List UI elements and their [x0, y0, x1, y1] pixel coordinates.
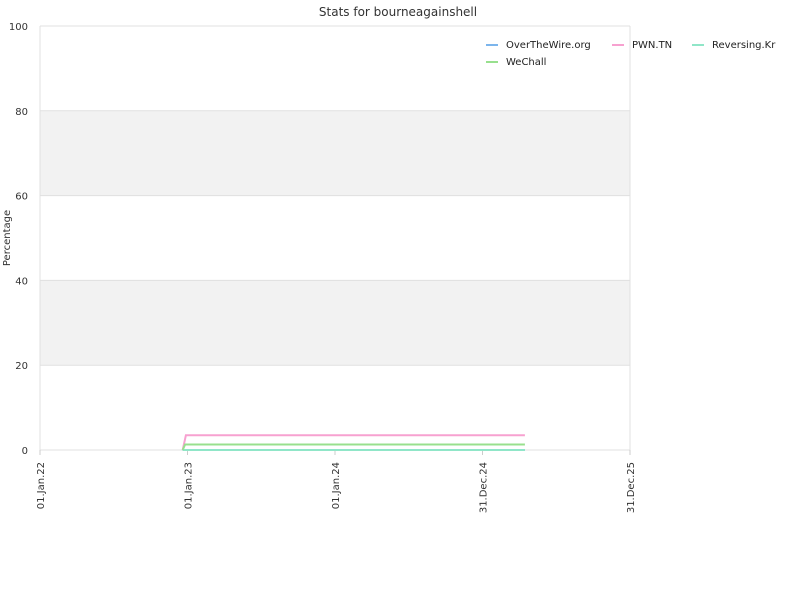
chart-title: Stats for bourneagainshell — [319, 5, 477, 19]
plot-band — [40, 365, 630, 450]
chart: Stats for bourneagainshell Percentage 0 2… — [0, 0, 800, 600]
legend-label: OverTheWire.org — [506, 40, 591, 51]
y-axis-label: Percentage — [2, 210, 13, 266]
x-axis: 01.Jan.22 01.Jan.23 01.Jan.24 31.Dec.24 31.D… — [36, 450, 637, 513]
legend-label: PWN.TN — [632, 40, 672, 51]
x-tick-label: 01.Jan.24 — [331, 462, 342, 509]
plot-band — [40, 110, 630, 196]
legend-label: WeChall — [506, 57, 546, 68]
x-tick-label: 31.Dec.25 — [626, 462, 637, 513]
y-tick-label: 100 — [9, 22, 28, 33]
plot-band — [40, 26, 630, 111]
chart-svg: Stats for bourneagainshell Percentage 0 2… — [2, 5, 776, 513]
y-tick-label: 20 — [15, 361, 28, 372]
y-tick-label: 40 — [15, 276, 28, 287]
plot-background — [40, 26, 630, 450]
plot-band — [40, 195, 630, 281]
x-tick-label: 01.Jan.22 — [36, 462, 47, 509]
y-tick-label: 60 — [15, 192, 28, 203]
plot-band — [40, 280, 630, 366]
x-tick-label: 31.Dec.24 — [479, 462, 490, 513]
y-tick-label: 0 — [22, 446, 28, 457]
y-tick-label: 80 — [15, 107, 28, 118]
legend-label: Reversing.Kr — [712, 40, 776, 51]
x-tick-label: 01.Jan.23 — [184, 462, 195, 509]
